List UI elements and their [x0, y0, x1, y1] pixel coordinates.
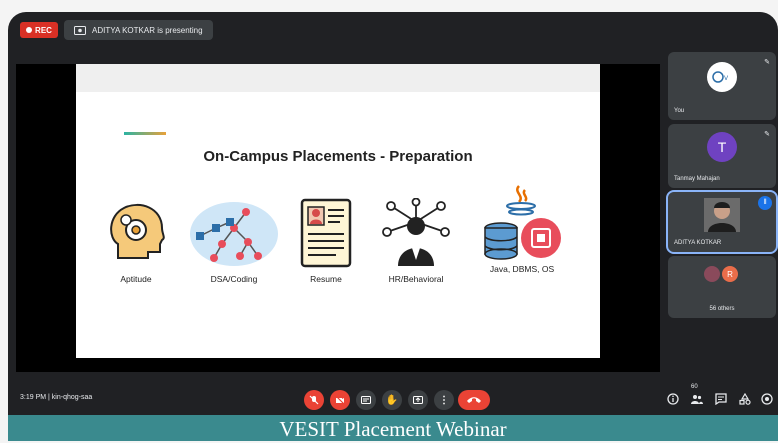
speaking-indicator-icon: ⦀ — [758, 196, 772, 210]
mic-off-icon: ✎ — [764, 131, 770, 138]
participant-tile-tanmay[interactable]: ✎ T Tanmay Mahajan — [668, 124, 776, 188]
more-vert-icon: ⋮ — [439, 394, 449, 406]
presentation-slide: On-Campus Placements - Preparation Aptit… — [76, 64, 600, 358]
raise-hand-button[interactable]: ✋ — [382, 390, 402, 410]
mic-toggle-button[interactable] — [304, 390, 324, 410]
graph-tree-icon — [190, 202, 278, 266]
shield-lock-icon — [761, 393, 773, 405]
host-controls-button[interactable] — [760, 392, 774, 406]
topic-java-dbms-os: Java, DBMS, OS — [472, 182, 572, 274]
java-database-chip-icon — [484, 185, 561, 260]
head-gear-icon — [110, 203, 165, 259]
chat-icon — [715, 393, 727, 405]
people-icon — [691, 395, 703, 404]
presenting-text: ADITYA KOTKAR is presenting — [92, 25, 203, 35]
slide-accent-line — [124, 132, 166, 135]
topic-label: HR/Behavioral — [388, 274, 444, 284]
topic-label: Resume — [310, 274, 342, 284]
participant-count: 60 — [691, 384, 698, 390]
participant-name: Tanmay Mahajan — [674, 176, 720, 182]
avatar: R — [722, 266, 738, 282]
topic-label: Aptitude — [120, 274, 152, 284]
participant-tile-others[interactable]: R 56 others — [668, 256, 776, 318]
mic-off-icon — [309, 395, 319, 405]
hand-icon: ✋ — [385, 394, 399, 406]
mic-off-icon: ✎ — [764, 59, 770, 66]
present-screen-icon — [74, 25, 86, 35]
participant-name: You — [674, 108, 685, 114]
participant-video-icon — [704, 198, 740, 232]
webinar-caption: VESIT Placement Webinar — [8, 415, 778, 441]
present-screen-button[interactable] — [408, 390, 428, 410]
org-logo-icon: V — [712, 71, 729, 83]
present-icon — [413, 396, 423, 404]
captions-icon — [361, 396, 371, 404]
activities-button[interactable] — [738, 392, 752, 406]
svg-text:V: V — [724, 75, 729, 82]
end-call-button[interactable] — [458, 390, 490, 410]
topic-label: Java, DBMS, OS — [489, 264, 555, 274]
meeting-time: 3:19 PM — [20, 394, 47, 401]
record-dot-icon — [26, 27, 33, 33]
avatar: T — [707, 132, 737, 162]
slide-title: On-Campus Placements - Preparation — [203, 148, 473, 165]
meeting-details-button[interactable] — [666, 392, 680, 406]
slide-header-band — [76, 64, 600, 92]
meeting-controls-bar: 3:19 PM | kin-qhog-saa ✋ ⋮ 60 — [8, 380, 778, 416]
avatar — [704, 266, 720, 282]
meet-window: REC ADITYA KOTKAR is presenting On-Campu… — [8, 12, 778, 441]
info-icon — [667, 393, 679, 405]
activities-icon — [739, 393, 751, 405]
resume-doc-icon — [300, 198, 352, 268]
captions-button[interactable] — [356, 390, 376, 410]
participant-name: 56 others — [709, 306, 735, 312]
meeting-time-code: 3:19 PM | kin-qhog-saa — [20, 394, 93, 401]
participant-tile-aditya[interactable]: ⦀ ADITYA KOTKAR — [666, 190, 778, 254]
camera-off-icon — [335, 395, 345, 405]
topic-dsa: DSA/Coding — [184, 198, 284, 284]
topic-resume: Resume — [276, 198, 376, 284]
person-network-icon — [382, 198, 450, 266]
rec-label: REC — [35, 25, 52, 35]
more-options-button[interactable]: ⋮ — [434, 390, 454, 410]
avatar: V — [707, 62, 737, 92]
chat-button[interactable] — [714, 392, 728, 406]
people-button[interactable]: 60 — [690, 384, 704, 406]
participant-tile-you[interactable]: ✎ V You — [668, 52, 776, 120]
camera-toggle-button[interactable] — [330, 390, 350, 410]
participant-name: ADITYA KOTKAR — [674, 240, 722, 246]
hang-up-icon — [467, 397, 481, 403]
topic-label: DSA/Coding — [210, 274, 258, 284]
meeting-code: kin-qhog-saa — [51, 394, 93, 401]
topic-hr: HR/Behavioral — [366, 198, 466, 284]
presenting-indicator: ADITYA KOTKAR is presenting — [64, 20, 213, 40]
recording-badge: REC — [20, 22, 58, 38]
presentation-stage: On-Campus Placements - Preparation Aptit… — [16, 64, 660, 372]
topic-aptitude: Aptitude — [86, 198, 186, 284]
